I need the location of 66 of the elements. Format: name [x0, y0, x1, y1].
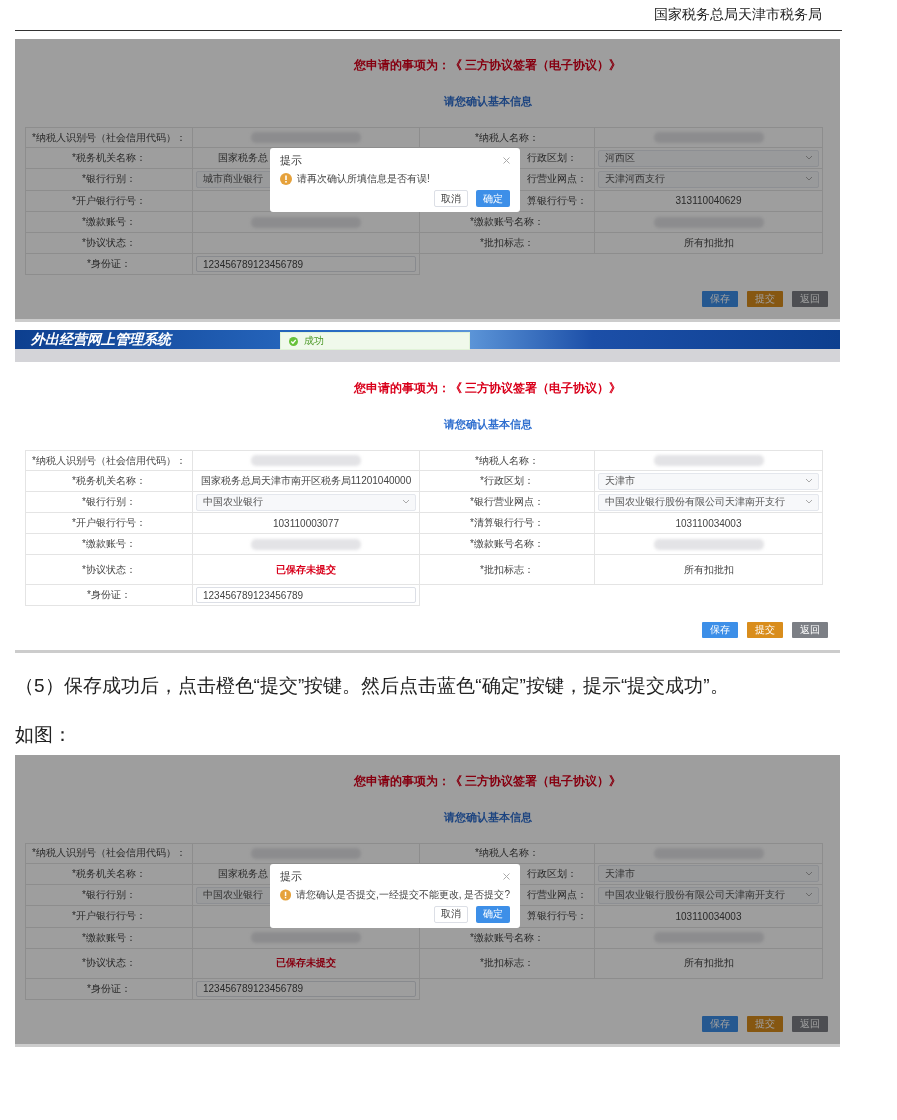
field-label: *缴款账号名称： [470, 930, 544, 945]
field-label: 行营业网点： [527, 172, 587, 187]
instruction-text: 如图： [15, 723, 73, 747]
field-label: *开户银行行号： [72, 193, 146, 208]
field-label: *清算银行行号： [470, 516, 544, 530]
field-label: 行政区划： [527, 151, 577, 166]
field-label: 算银行行号： [527, 193, 587, 208]
field-label: *纳税人名称： [475, 453, 539, 468]
dialog-message: 请您确认是否提交,一经提交不能更改, 是否提交? [296, 887, 510, 902]
toast-text: 成功 [304, 334, 324, 348]
status-text: 已保存未提交 [276, 562, 336, 577]
field-label: *批扣标志： [480, 236, 534, 250]
status-text: 已保存未提交 [276, 956, 336, 971]
field-value: 103110003077 [273, 517, 339, 529]
field-label: *银行行别： [82, 888, 136, 903]
page-heading: 您申请的事项为：《 三方协议签署（电子协议）》 [352, 772, 623, 790]
field-label: *批扣标志： [480, 562, 534, 577]
field-label: *缴款账号： [82, 930, 136, 945]
dialog-title: 提示 [280, 153, 302, 168]
field-value: 国家税务总 [218, 151, 268, 166]
field-label: *纳税人识别号（社会信用代码）： [32, 846, 186, 861]
field-value: 103110034003 [675, 910, 742, 922]
dialog-title: 提示 [280, 868, 302, 884]
field-label: *开户银行行号： [72, 909, 146, 924]
field-label: 行营业网点： [527, 888, 587, 903]
field-label: *纳税人识别号（社会信用代码）： [32, 130, 186, 145]
page-subheading: 请您确认基本信息 [442, 809, 533, 825]
field-label: *批扣标志： [480, 956, 534, 971]
page-subheading: 请您确认基本信息 [442, 94, 533, 109]
field-value: 所有扣批扣 [683, 236, 734, 250]
field-label: *纳税人识别号（社会信用代码）： [32, 453, 186, 468]
field-value: 313110040629 [675, 195, 742, 207]
field-label: *身份证： [87, 981, 131, 996]
field-label: *纳税人名称： [475, 130, 539, 145]
dialog-message: 请再次确认所填信息是否有误! [297, 172, 430, 186]
field-label: 行政区划： [527, 866, 577, 881]
field-label: *缴款账号名称： [470, 537, 544, 551]
field-value: 所有扣批扣 [683, 562, 734, 577]
header-title: 国家税务总局天津市税务局 [654, 6, 822, 24]
field-label: *税务机关名称： [72, 866, 146, 881]
field-label: *银行营业网点： [470, 495, 544, 509]
field-label: *银行行别： [82, 495, 136, 509]
field-label: *税务机关名称： [72, 151, 146, 166]
page-heading: 您申请的事项为：《 三方协议签署（电子协议）》 [352, 380, 623, 397]
field-label: *身份证： [87, 588, 131, 602]
field-label: 算银行行号： [527, 909, 587, 924]
field-value: 国家税务总 [218, 866, 268, 881]
field-label: *税务机关名称： [72, 474, 146, 488]
field-label: *银行行别： [82, 172, 136, 187]
field-label: *缴款账号名称： [470, 215, 544, 229]
field-label: *缴款账号： [82, 215, 136, 229]
banner-title: 外出经营网上管理系统 [31, 330, 171, 349]
field-label: *身份证： [87, 257, 131, 271]
field-label: *协议状态： [82, 562, 136, 577]
field-label: *开户银行行号： [72, 516, 146, 530]
field-label: *行政区划： [480, 474, 534, 488]
field-label: *纳税人名称： [475, 846, 539, 861]
field-value: 所有扣批扣 [683, 956, 734, 971]
field-label: *协议状态： [82, 236, 136, 250]
field-label: *缴款账号： [82, 537, 136, 551]
field-label: *协议状态： [82, 956, 136, 971]
field-value: 103110034003 [675, 517, 742, 529]
page-heading: 您申请的事项为：《 三方协议签署（电子协议）》 [352, 57, 623, 74]
instruction-text: （5）保存成功后，点击橙色“提交”按键。然后点击蓝色“确定”按键，提示“提交成功”。 [15, 675, 730, 698]
page-subheading: 请您确认基本信息 [442, 417, 533, 432]
field-value: 国家税务总局天津市南开区税务局11201040000 [200, 474, 412, 488]
